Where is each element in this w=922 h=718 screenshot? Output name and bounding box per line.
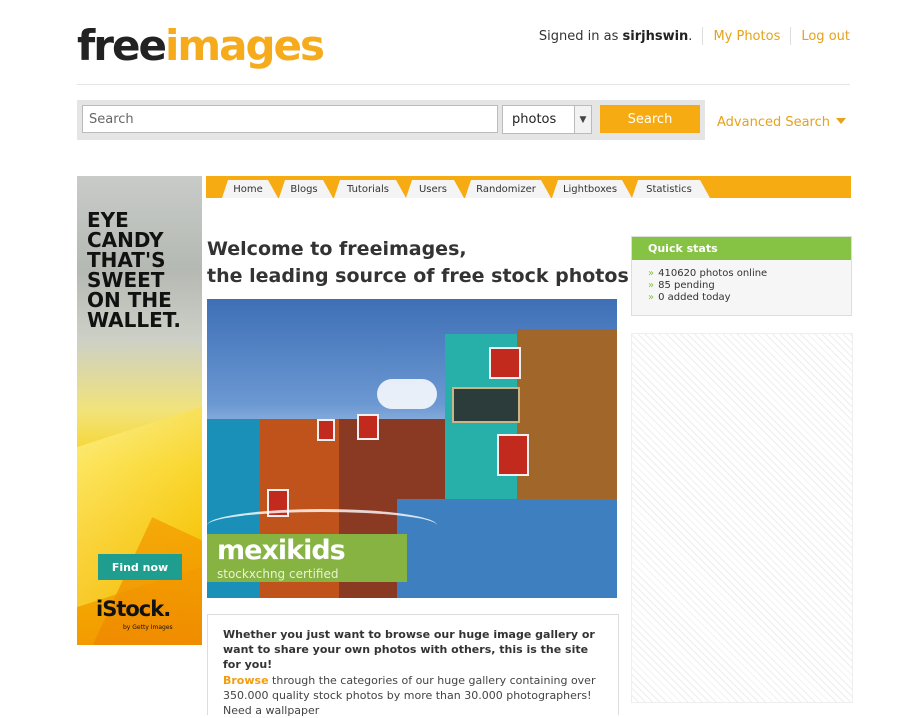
intro-text: Whether you just want to browse our huge…	[223, 628, 595, 671]
search-input[interactable]	[82, 105, 498, 133]
featured-title: mexikids	[217, 535, 346, 566]
quick-stats-header: Quick stats	[632, 237, 851, 260]
tab-statistics[interactable]: Statistics	[632, 180, 710, 198]
photo-wall	[397, 499, 617, 598]
username: sirjhswin	[622, 28, 689, 44]
ad-placeholder	[631, 333, 853, 703]
photo-window	[317, 419, 335, 441]
featured-subtitle: stockxchng certified	[217, 567, 339, 581]
tab-home[interactable]: Home	[222, 180, 278, 198]
tab-blogs[interactable]: Blogs	[279, 180, 333, 198]
browse-paragraph: Browse through the categories of our hug…	[223, 674, 596, 717]
tab-tutorials[interactable]: Tutorials	[334, 180, 406, 198]
chevron-down-icon[interactable]: ▼	[574, 106, 591, 133]
photo-window	[497, 434, 529, 476]
photo-window	[357, 414, 379, 440]
tab-lightboxes[interactable]: Lightboxes	[552, 180, 632, 198]
header-divider	[77, 84, 850, 85]
welcome-heading: Welcome to freeimages, the leading sourc…	[207, 238, 638, 287]
logo-images: images	[164, 21, 325, 70]
browse-link[interactable]: Browse	[223, 674, 269, 687]
search-bar: photos ▼ Search	[77, 100, 705, 140]
logo[interactable]: freeimages	[77, 20, 325, 72]
stat-item: » 85 pending	[648, 280, 715, 291]
find-now-button[interactable]: Find now	[98, 554, 182, 580]
quick-stats: Quick stats » 410620 photos online » 85 pe…	[631, 236, 852, 316]
istock-logo: iStock.	[96, 597, 171, 621]
photo-window	[489, 347, 521, 379]
tab-randomizer[interactable]: Randomizer	[465, 180, 551, 198]
search-type-select[interactable]: photos ▼	[502, 105, 592, 134]
divider	[790, 27, 792, 45]
istock-ad[interactable]: EYE CANDY THAT'S SWEET ON THE WALLET. Fi…	[77, 176, 202, 645]
divider	[702, 27, 704, 45]
search-button[interactable]: Search	[600, 105, 700, 133]
user-bar: Signed in as sirjhswin. My Photos Log ou…	[539, 27, 850, 45]
stat-item: » 0 added today	[648, 292, 731, 303]
signed-in-text: Signed in as sirjhswin.	[538, 28, 693, 44]
stat-item: » 410620 photos online	[648, 268, 768, 279]
my-photos-link[interactable]: My Photos	[713, 29, 780, 44]
photo-sign	[452, 387, 520, 423]
tab-users[interactable]: Users	[406, 180, 464, 198]
nav-tabs: Home Blogs Tutorials Users Randomizer Li…	[206, 176, 851, 198]
triangle-down-icon	[836, 118, 847, 124]
featured-photo[interactable]: mexikids stockxchng certified	[207, 299, 617, 598]
logo-free: free	[77, 21, 167, 70]
intro-box: Whether you just want to browse our huge…	[207, 614, 619, 717]
getty-images-text: by Getty Images	[123, 624, 173, 631]
advanced-search-link[interactable]: Advanced Search	[717, 115, 847, 130]
photo-cloud	[377, 379, 437, 409]
ad-headline: EYE CANDY THAT'S SWEET ON THE WALLET.	[87, 208, 181, 332]
search-type-value: photos	[512, 112, 557, 127]
log-out-link[interactable]: Log out	[801, 29, 850, 44]
